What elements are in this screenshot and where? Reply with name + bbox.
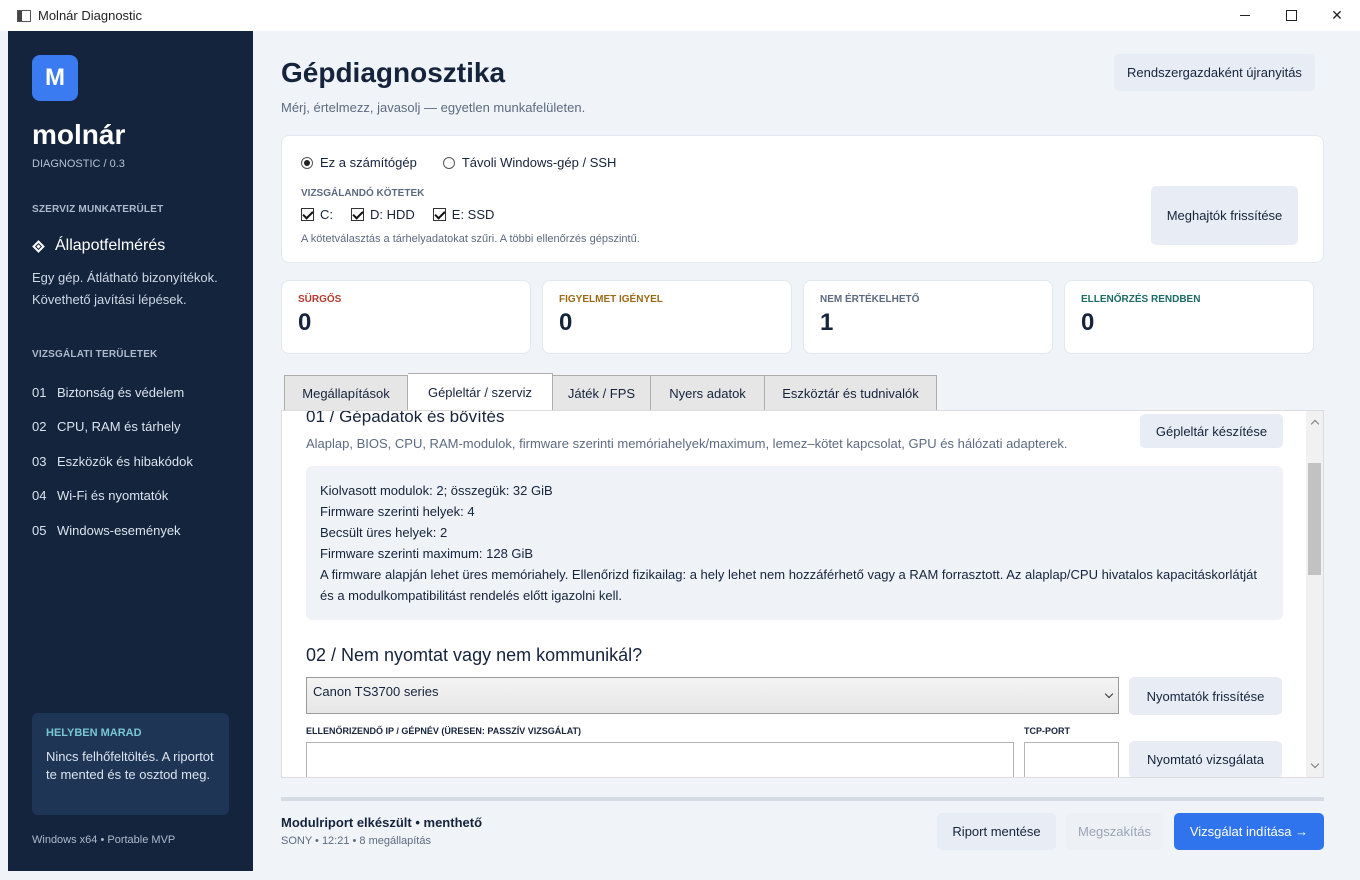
- restart-as-admin-button[interactable]: Rendszergazdaként újranyitás: [1114, 54, 1315, 91]
- page-subtitle: Mérj, értelmezz, javasolj — egyetlen mun…: [281, 100, 586, 115]
- refresh-printers-button[interactable]: Nyomtatók frissítése: [1129, 677, 1282, 715]
- close-icon[interactable]: ✕: [1314, 0, 1360, 31]
- title-bar: Molnár Diagnostic ✕: [0, 0, 1360, 31]
- stat-value: 0: [298, 309, 312, 336]
- chevron-down-icon[interactable]: [1310, 759, 1320, 769]
- memory-info-box: Kiolvasott modulok: 2; összegük: 32 GiB …: [306, 466, 1283, 620]
- refresh-drives-button[interactable]: Meghajtók frissítése: [1151, 186, 1298, 245]
- target-card: Ez a számítógép Távoli Windows-gép / SSH…: [281, 135, 1324, 263]
- stat-value: 1: [820, 309, 834, 336]
- stat-value: 0: [559, 309, 573, 336]
- brand-version: DIAGNOSTIC / 0.3: [32, 158, 125, 170]
- section-subtitle: Alaplap, BIOS, CPU, RAM-modulok, firmwar…: [306, 436, 1068, 451]
- volume-checkboxes: C: D: HDD E: SSD: [301, 207, 512, 222]
- tab-toolbox[interactable]: Eszköztár és tudnivalók: [765, 375, 937, 411]
- maximize-icon[interactable]: [1268, 0, 1314, 31]
- diamond-icon: [32, 239, 45, 253]
- volume-note: A kötetválasztás a tárhelyadatokat szűri…: [301, 233, 640, 245]
- sidebar-item-security[interactable]: 01 Biztonság és védelem: [32, 375, 193, 410]
- printer-test-button[interactable]: Nyomtató vizsgálata: [1129, 741, 1282, 777]
- local-info-card: HELYBEN MARAD Nincs felhőfeltöltés. A ri…: [32, 713, 229, 815]
- info-line: Kiolvasott modulok: 2; összegük: 32 GiB: [320, 483, 553, 498]
- sidebar-item-hardware[interactable]: 02 CPU, RAM és tárhely: [32, 410, 193, 445]
- local-info-title: HELYBEN MARAD: [46, 727, 142, 739]
- stat-ok: ELLENŐRZÉS RENDBEN 0: [1064, 280, 1314, 354]
- checkbox: [301, 208, 314, 221]
- chevron-up-icon[interactable]: [1310, 419, 1320, 429]
- page-title: Gépdiagnosztika: [281, 57, 506, 88]
- section-title: 01 / Gépadatok és bővítés: [306, 410, 505, 426]
- volume-checkbox-e[interactable]: E: SSD: [432, 207, 494, 222]
- radio-dot: [442, 156, 455, 169]
- checkbox: [432, 208, 446, 221]
- sidebar-item-events[interactable]: 05 Windows-események: [32, 513, 193, 548]
- save-report-button[interactable]: Riport mentése: [937, 813, 1056, 850]
- chevron-down-icon: [1104, 689, 1114, 699]
- target-radio-group: Ez a számítógép Távoli Windows-gép / SSH: [301, 155, 642, 170]
- main-content: Gépdiagnosztika Mérj, értelmezz, javasol…: [253, 31, 1352, 871]
- tab-bar: Megállapítások Gépleltár / szerviz Játék…: [284, 373, 937, 411]
- info-line: Firmware szerinti helyek: 4: [320, 504, 475, 519]
- minimize-icon[interactable]: [1222, 0, 1268, 31]
- volume-checkbox-d[interactable]: D: HDD: [351, 207, 415, 222]
- sidebar-item-label: Állapotfelmérés: [55, 237, 166, 254]
- printer-select[interactable]: Canon TS3700 series: [306, 677, 1119, 714]
- volume-checkbox-c[interactable]: C:: [301, 207, 333, 222]
- stat-value: 0: [1081, 309, 1095, 336]
- logo: M: [32, 55, 78, 101]
- stat-label: NEM ÉRTÉKELHETŐ: [820, 294, 920, 305]
- scroll-thumb[interactable]: [1308, 463, 1321, 575]
- checkbox: [351, 208, 364, 221]
- panel-scrollbar[interactable]: [1306, 411, 1323, 777]
- workspace-label: SZERVIZ MUNKATERÜLET: [32, 204, 164, 215]
- window-controls: ✕: [1222, 0, 1360, 31]
- start-scan-button[interactable]: Vizsgálat indítása →: [1174, 813, 1324, 850]
- stat-label: ELLENŐRZÉS RENDBEN: [1081, 294, 1201, 305]
- info-line: Becsült üres helyek: 2: [320, 525, 448, 540]
- footer-divider: [281, 797, 1324, 801]
- brand-name: molnár: [32, 119, 126, 150]
- radio-remote[interactable]: Távoli Windows-gép / SSH: [442, 155, 616, 170]
- stat-label: FIGYELMET IGÉNYEL: [559, 294, 663, 305]
- port-input[interactable]: [1024, 742, 1119, 777]
- inventory-panel: 01 / Gépadatok és bővítés Alaplap, BIOS,…: [281, 410, 1324, 778]
- cancel-button[interactable]: Megszakítás: [1066, 813, 1163, 850]
- stat-urgent: SÜRGŐS 0: [281, 280, 531, 354]
- tab-raw-data[interactable]: Nyers adatok: [651, 375, 765, 411]
- sidebar-item-devices[interactable]: 03 Eszközök és hibakódok: [32, 444, 193, 479]
- printer-section-title: 02 / Nem nyomtat vagy nem kommunikál?: [306, 645, 643, 665]
- port-field-label: TCP-PORT: [1024, 726, 1070, 736]
- info-line: A firmware alapján lehet üres memóriahel…: [320, 567, 1257, 603]
- tab-inventory[interactable]: Gépleltár / szerviz: [408, 373, 553, 411]
- status-title: Modulriport elkészült • menthető: [281, 815, 483, 830]
- sidebar-item-wifi-printers[interactable]: 04 Wi-Fi és nyomtatók: [32, 479, 193, 514]
- tab-findings[interactable]: Megállapítások: [284, 375, 408, 411]
- sidebar-nav: 01 Biztonság és védelem 02 CPU, RAM és tár…: [32, 375, 193, 548]
- ip-field-label: ELLENŐRIZENDŐ IP / GÉPNÉV (ÜRESEN: PASSZ…: [306, 726, 582, 736]
- sidebar-item-assessment[interactable]: Állapotfelmérés: [32, 237, 165, 255]
- ip-input[interactable]: [306, 742, 1014, 777]
- tab-gaming[interactable]: Játék / FPS: [553, 375, 651, 411]
- app-icon: [17, 9, 31, 22]
- sidebar: M molnár DIAGNOSTIC / 0.3 SZERVIZ MUNKAT…: [8, 31, 253, 871]
- radio-local[interactable]: Ez a számítógép: [301, 155, 417, 170]
- sidebar-footer: Windows x64 • Portable MVP: [32, 834, 176, 846]
- create-inventory-button[interactable]: Gépleltár készítése: [1140, 414, 1283, 448]
- stat-label: SÜRGŐS: [298, 294, 342, 305]
- areas-label: VIZSGÁLATI TERÜLETEK: [32, 349, 158, 360]
- stat-not-evaluable: NEM ÉRTÉKELHETŐ 1: [803, 280, 1053, 354]
- sidebar-description: Egy gép. Átlátható bizonyítékok. Követhe…: [32, 270, 218, 307]
- volumes-label: VIZSGÁLANDÓ KÖTETEK: [301, 188, 425, 199]
- stat-attention: FIGYELMET IGÉNYEL 0: [542, 280, 792, 354]
- local-info-text: Nincs felhőfeltöltés. A riportot te ment…: [46, 749, 214, 782]
- radio-dot: [301, 156, 313, 169]
- status-subtitle: SONY • 12:21 • 8 megállapítás: [281, 835, 431, 847]
- window-title: Molnár Diagnostic: [38, 8, 143, 23]
- info-line: Firmware szerinti maximum: 128 GiB: [320, 546, 534, 561]
